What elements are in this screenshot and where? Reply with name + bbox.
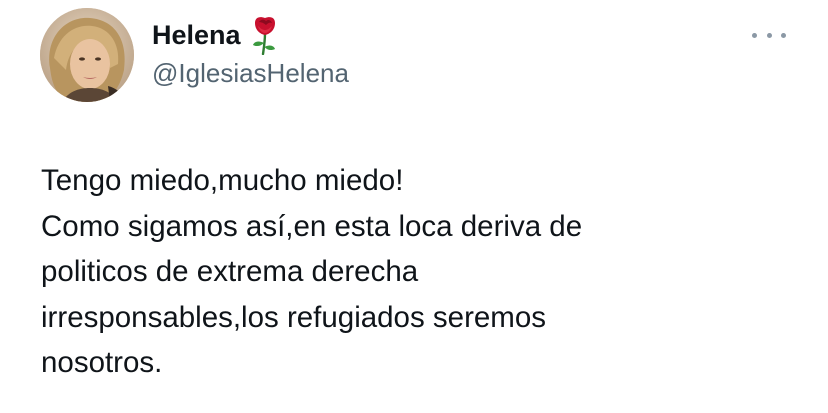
tweet-text-line: Como sigamos así,en esta loca deriva de	[41, 209, 583, 243]
avatar-image	[40, 8, 134, 102]
tweet-text-line: politicos de extrema derecha	[41, 255, 419, 288]
more-options-icon	[752, 32, 757, 38]
author-name-row[interactable]: Helena	[152, 14, 281, 56]
more-options-icon	[781, 32, 786, 38]
author-display-name[interactable]: Helena	[152, 21, 241, 49]
tweet-text: Tengo miedo,mucho miedo! Como sigamos as…	[41, 158, 801, 386]
rose-icon	[249, 15, 281, 55]
author-handle[interactable]: @IglesiasHelena	[152, 58, 349, 89]
tweet-text-line: Tengo miedo,mucho miedo!	[41, 164, 404, 197]
more-options-icon	[766, 32, 772, 38]
tweet-text-line: nosotros.	[41, 346, 163, 379]
more-options-button[interactable]	[752, 26, 786, 44]
tweet-text-line: irresponsables,los refugiados seremos	[41, 300, 547, 334]
avatar[interactable]	[40, 8, 134, 102]
tweet-card: Helena @IglesiasHelena Tengo miedo,mucho…	[0, 0, 828, 413]
